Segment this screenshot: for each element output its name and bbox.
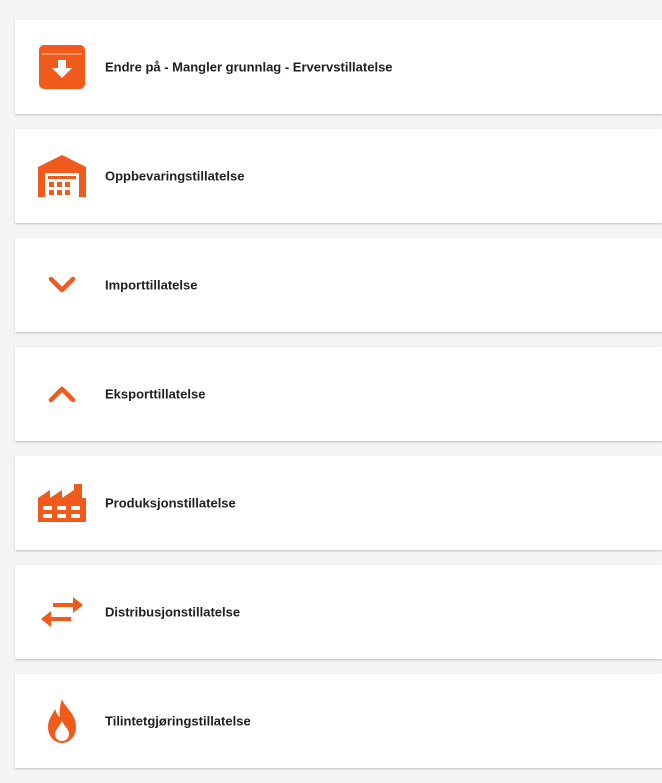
download-box-icon	[37, 42, 87, 92]
permit-item-label: Importtillatelse	[105, 277, 198, 293]
permit-item-produksjon[interactable]: Produksjonstillatelse	[15, 456, 662, 550]
fire-icon	[37, 696, 87, 746]
permit-item-label: Endre på - Mangler grunnlag - Ervervstil…	[105, 59, 393, 75]
permit-item-label: Tilintetgjøringstillatelse	[105, 713, 251, 729]
permit-item-label: Produksjonstillatelse	[105, 495, 236, 511]
chevron-up-icon	[37, 369, 87, 419]
chevron-down-icon	[37, 260, 87, 310]
permit-item-label: Eksporttillatelse	[105, 386, 206, 402]
warehouse-icon	[37, 151, 87, 201]
permit-item-eksport[interactable]: Eksporttillatelse	[15, 347, 662, 441]
permit-item-erverv[interactable]: Endre på - Mangler grunnlag - Ervervstil…	[15, 20, 662, 114]
permit-item-label: Oppbevaringstillatelse	[105, 168, 245, 184]
permit-item-tilintetgjoring[interactable]: Tilintetgjøringstillatelse	[15, 674, 662, 768]
factory-icon	[37, 478, 87, 528]
permit-item-label: Distribusjonstillatelse	[105, 604, 241, 620]
permit-item-import[interactable]: Importtillatelse	[15, 238, 662, 332]
permit-item-distribusjon[interactable]: Distribusjonstillatelse	[15, 565, 662, 659]
permit-item-oppbevaring[interactable]: Oppbevaringstillatelse	[15, 129, 662, 223]
swap-arrows-icon	[37, 587, 87, 637]
permit-list: Endre på - Mangler grunnlag - Ervervstil…	[15, 20, 662, 783]
